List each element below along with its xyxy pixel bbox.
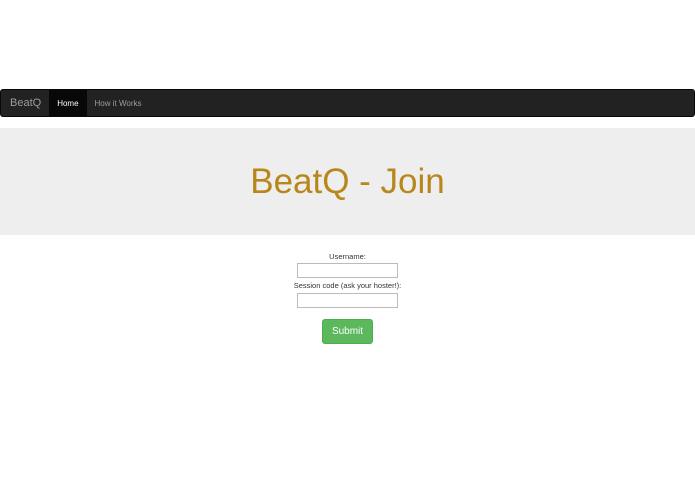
nav-menu: Home How it Works [49,90,149,116]
username-input[interactable] [297,263,398,278]
navbar: BeatQ Home How it Works [0,89,695,117]
jumbotron: BeatQ - Join [0,128,695,235]
username-label: Username: [329,252,366,261]
navbar-brand[interactable]: BeatQ [1,90,49,116]
nav-item-how-it-works[interactable]: How it Works [87,90,150,116]
nav-item-home[interactable]: Home [49,90,87,116]
join-form: Username: Session code (ask your hoster!… [0,251,695,344]
page-title: BeatQ - Join [250,161,445,201]
session-code-input[interactable] [297,293,398,308]
submit-button[interactable]: Submit [322,319,373,344]
session-code-label: Session code (ask your hoster!): [293,281,402,290]
